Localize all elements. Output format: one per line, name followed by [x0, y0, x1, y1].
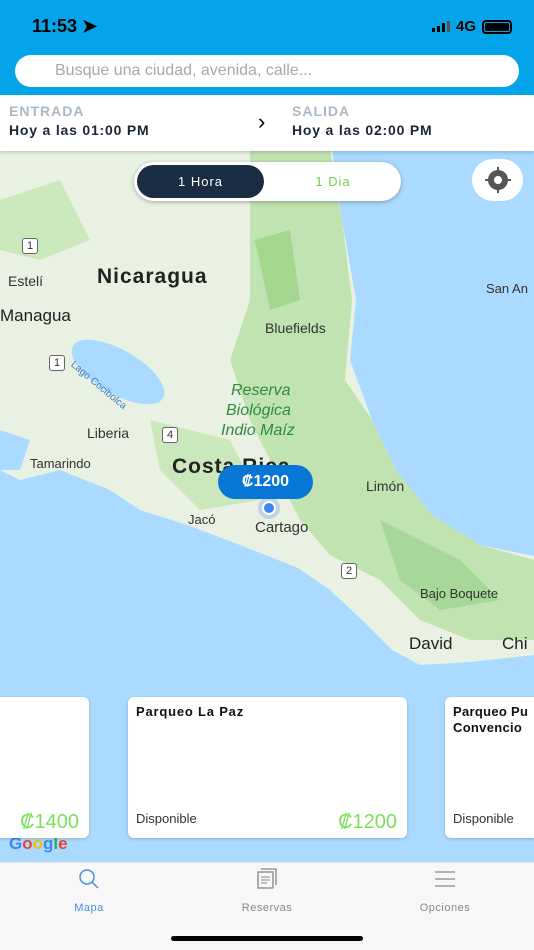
map-label: San An	[486, 281, 528, 296]
duration-toggle[interactable]: 1 Hora 1 Dia	[134, 162, 401, 201]
documents-icon	[257, 868, 277, 889]
map-label: Liberia	[87, 425, 130, 441]
signal-icon	[431, 21, 450, 32]
entry-value: Hoy a las 01:00 PM	[9, 122, 150, 138]
map-label: Nicaragua	[97, 265, 208, 288]
map-label: Indio Maíz	[221, 422, 295, 439]
map-label: Jacó	[188, 512, 216, 527]
route-shield-icon: 2	[341, 563, 358, 579]
card-price: ₡1200	[338, 811, 397, 833]
locate-button[interactable]	[472, 159, 523, 201]
card-status: Disponible	[136, 811, 197, 826]
tab-label: Opciones	[419, 902, 471, 914]
status-time: 11:53 ➤	[32, 16, 97, 37]
card-price: ₡1400	[20, 811, 79, 833]
toggle-1-dia[interactable]: 1 Dia	[268, 165, 398, 198]
route-shield-icon: 4	[162, 427, 179, 443]
parking-card[interactable]: Parqueo La Paz Disponible ₡1200	[128, 697, 407, 838]
exit-label: SALIDA	[292, 103, 351, 119]
parking-card[interactable]: Parqueo Pu Convencio Disponible	[445, 697, 534, 838]
exit-value: Hoy a las 02:00 PM	[292, 122, 433, 138]
tab-reservas[interactable]: Reservas	[207, 867, 327, 914]
crosshair-icon	[484, 167, 511, 193]
map-label: Managua	[0, 306, 71, 325]
card-status: Disponible	[453, 811, 514, 826]
entry-time[interactable]: ENTRADA Hoy a las 01:00 PM	[9, 103, 149, 138]
menu-icon	[435, 871, 455, 887]
tab-mapa[interactable]: Mapa	[29, 867, 149, 914]
map-label: Reserva	[231, 382, 291, 399]
card-name: Parqueo La Paz	[136, 704, 245, 719]
map-label: Bluefields	[265, 320, 326, 336]
tab-label: Reservas	[241, 902, 293, 914]
battery-icon	[482, 19, 512, 34]
network-type: 4G	[455, 18, 476, 35]
search-icon	[79, 869, 99, 889]
parking-card[interactable]: ₡1400	[0, 697, 89, 838]
map-label: Tamarindo	[30, 456, 91, 471]
map-label: Limón	[366, 478, 405, 494]
card-name: Parqueo Pu Convencio	[453, 704, 529, 735]
map-label: David	[409, 634, 453, 653]
map-label: Bajo Boquete	[420, 586, 499, 601]
toggle-1-hora[interactable]: 1 Hora	[137, 165, 264, 198]
map-label: Chi	[502, 634, 528, 653]
current-location-dot	[262, 501, 276, 515]
map-label: Estelí	[8, 273, 44, 289]
route-shield-icon: 1	[49, 355, 66, 371]
search-input[interactable]	[15, 55, 519, 87]
time-text: 11:53	[32, 16, 78, 36]
chevron-right-icon: ›	[258, 109, 266, 134]
home-indicator	[171, 936, 363, 941]
map-label: Biológica	[226, 402, 291, 419]
entry-label: ENTRADA	[9, 103, 85, 119]
header: 11:53 ➤ 4G	[0, 0, 534, 95]
tab-label: Mapa	[74, 902, 104, 914]
tab-opciones[interactable]: Opciones	[385, 867, 505, 914]
time-range[interactable]: ENTRADA Hoy a las 01:00 PM › SALIDA Hoy …	[0, 95, 534, 151]
price-pin[interactable]: ₡1200	[218, 465, 313, 499]
location-arrow-icon: ➤	[82, 16, 98, 36]
map-label: Cartago	[255, 519, 309, 536]
exit-time[interactable]: SALIDA Hoy a las 02:00 PM	[292, 103, 432, 138]
route-shield-icon: 1	[22, 238, 39, 254]
